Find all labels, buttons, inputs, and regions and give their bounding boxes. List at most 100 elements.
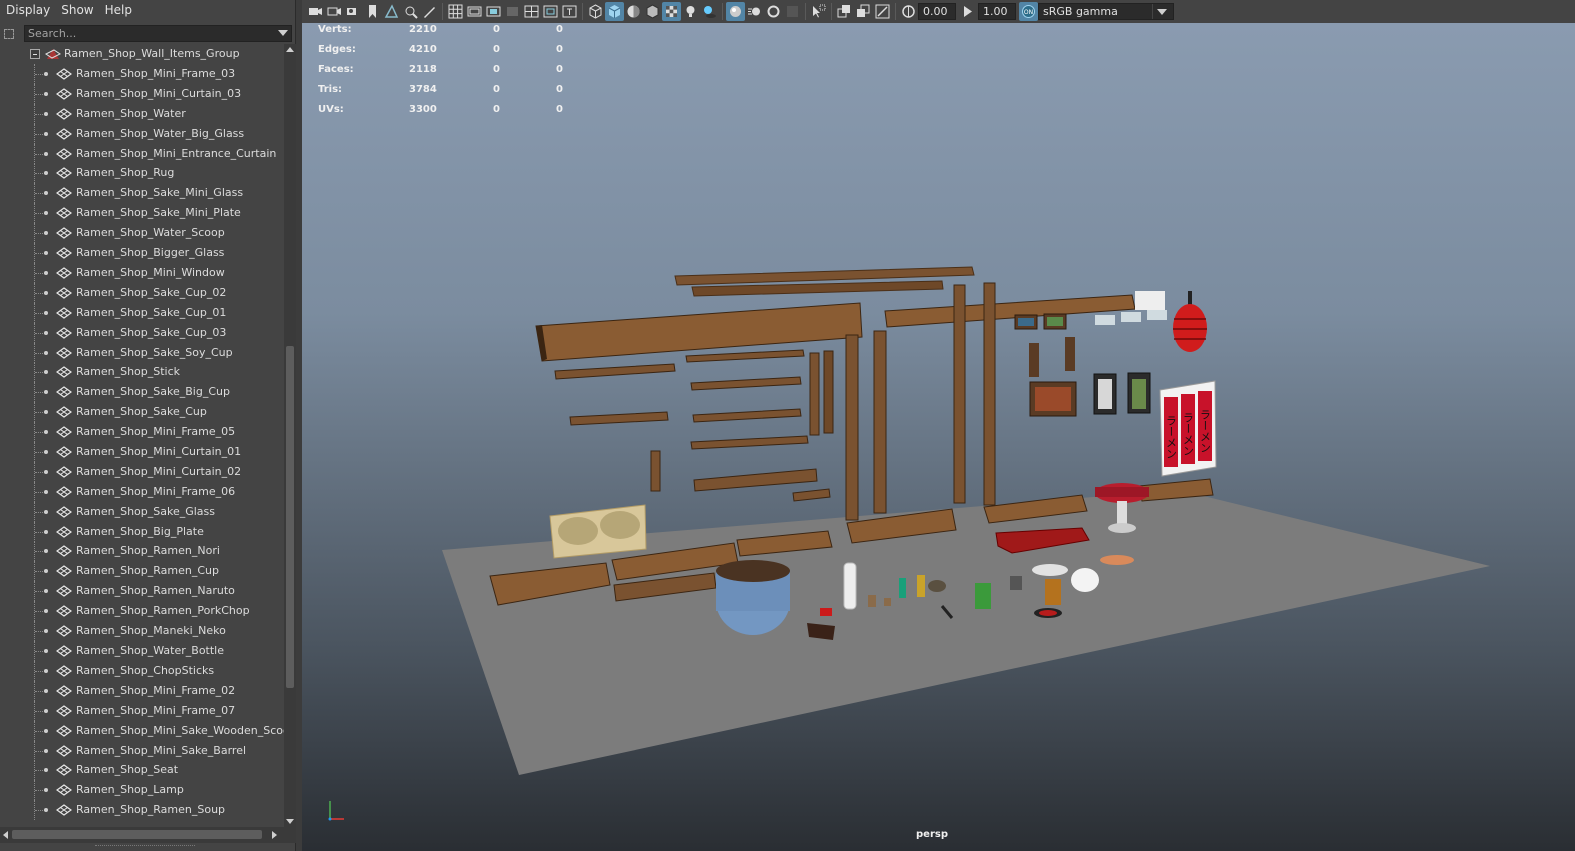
colorspace-select[interactable]: sRGB gamma xyxy=(1038,3,1174,20)
tree-item[interactable]: Ramen_Shop_Sake_Glass xyxy=(0,502,284,522)
shelf-8[interactable] xyxy=(792,488,831,502)
filter-icon[interactable] xyxy=(0,24,18,43)
textured-icon[interactable] xyxy=(662,2,681,21)
search-dropdown-arrow-icon[interactable] xyxy=(278,30,288,36)
lantern[interactable] xyxy=(1173,304,1207,352)
grid-icon[interactable] xyxy=(446,2,465,21)
naruto-plate[interactable] xyxy=(1100,555,1134,565)
image-plane-icon[interactable] xyxy=(382,2,401,21)
camera-attributes-icon[interactable] xyxy=(325,2,344,21)
tree-item[interactable]: Ramen_Shop_Seat xyxy=(0,760,284,780)
post-4[interactable] xyxy=(983,282,996,506)
view-transform-toggle-icon[interactable]: ON xyxy=(1019,2,1038,21)
menu-help[interactable]: Help xyxy=(103,3,141,17)
shelf-1[interactable] xyxy=(554,363,676,380)
tree-item[interactable]: Ramen_Shop_Big_Plate xyxy=(0,522,284,542)
scroll-thumb[interactable] xyxy=(286,346,294,688)
xray-icon[interactable] xyxy=(835,2,854,21)
mini-sign-2[interactable] xyxy=(1121,312,1141,322)
safe-action-icon[interactable] xyxy=(541,2,560,21)
tree-item[interactable]: Ramen_Shop_Mini_Curtain_01 xyxy=(0,442,284,462)
tree-item[interactable]: Ramen_Shop_Mini_Window xyxy=(0,263,284,283)
tree-item[interactable]: Ramen_Shop_Rug xyxy=(0,163,284,183)
tree-item[interactable]: Ramen_Shop_Mini_Curtain_02 xyxy=(0,462,284,482)
scroll-right-arrow-icon[interactable] xyxy=(272,831,277,839)
maneki-neko[interactable] xyxy=(1071,568,1099,592)
tree-item[interactable]: Ramen_Shop_Sake_Cup_02 xyxy=(0,283,284,303)
tree-item[interactable]: Ramen_Shop_Lamp xyxy=(0,780,284,800)
2d-pan-zoom-icon[interactable] xyxy=(401,2,420,21)
tree-item[interactable]: Ramen_Shop_Maneki_Neko xyxy=(0,621,284,641)
bookmark-camera-icon[interactable] xyxy=(344,2,363,21)
mini-sign-1[interactable] xyxy=(1095,315,1115,325)
use-all-lights-icon[interactable] xyxy=(681,2,700,21)
yellow-bottle[interactable] xyxy=(917,575,925,597)
tree-item[interactable]: Ramen_Shop_Sake_Big_Cup xyxy=(0,382,284,402)
post-3[interactable] xyxy=(953,284,966,504)
tree-item[interactable]: Ramen_Shop_Stick xyxy=(0,362,284,382)
anti-aliasing-icon[interactable] xyxy=(764,2,783,21)
tree-item[interactable]: Ramen_Shop_Bigger_Glass xyxy=(0,243,284,263)
ramen-bowl[interactable] xyxy=(1032,564,1068,576)
post-small-2[interactable] xyxy=(823,350,834,434)
resolution-gate-icon[interactable] xyxy=(484,2,503,21)
tree-item[interactable]: Ramen_Shop_Water_Bottle xyxy=(0,641,284,661)
mini-curtain-2[interactable] xyxy=(1065,337,1075,371)
tree-item[interactable]: Ramen_Shop_Ramen_Naruto xyxy=(0,581,284,601)
shelf-6[interactable] xyxy=(690,435,809,450)
tree-item[interactable]: Ramen_Shop_Sake_Cup_01 xyxy=(0,303,284,323)
scroll-thumb-horizontal[interactable] xyxy=(12,830,262,839)
xray-active-components-icon[interactable] xyxy=(854,2,873,21)
shelf-4[interactable] xyxy=(692,408,802,423)
dropdown-arrow-icon[interactable] xyxy=(1157,9,1167,15)
exposure-field[interactable]: 0.00 xyxy=(918,3,956,20)
mini-curtain-1[interactable] xyxy=(1029,343,1039,377)
soy-cup[interactable] xyxy=(1010,576,1022,590)
xray-joints-icon[interactable] xyxy=(873,2,892,21)
panel-resize-grip[interactable] xyxy=(95,845,195,848)
post-2[interactable] xyxy=(873,330,887,514)
wireframe-on-shaded-icon[interactable] xyxy=(643,2,662,21)
tree-item[interactable]: Ramen_Shop_Water_Big_Glass xyxy=(0,124,284,144)
field-chart-icon[interactable] xyxy=(522,2,541,21)
gamma-field[interactable]: 1.00 xyxy=(978,3,1016,20)
collapse-icon[interactable] xyxy=(30,49,40,59)
screen-space-ao-icon[interactable] xyxy=(726,2,745,21)
exposure-icon[interactable] xyxy=(899,2,918,21)
scroll-left-arrow-icon[interactable] xyxy=(3,831,8,839)
safe-title-icon[interactable] xyxy=(560,2,579,21)
mini-sign-3[interactable] xyxy=(1147,310,1167,320)
red-cup[interactable] xyxy=(820,608,832,616)
tree-item[interactable]: Ramen_Shop_ChopSticks xyxy=(0,661,284,681)
scroll-up-arrow-icon[interactable] xyxy=(286,47,294,52)
outliner-vertical-scrollbar[interactable] xyxy=(284,44,296,827)
sake-cup-1[interactable] xyxy=(868,595,876,607)
tree-item[interactable]: Ramen_Shop_Sake_Cup xyxy=(0,402,284,422)
shelf-2[interactable] xyxy=(685,349,805,363)
big-beam-left[interactable] xyxy=(535,302,863,362)
water-bottle[interactable] xyxy=(843,562,857,610)
select-camera-icon[interactable] xyxy=(306,2,325,21)
shelf-3[interactable] xyxy=(690,376,802,391)
menu-show[interactable]: Show xyxy=(59,3,102,17)
tree-item[interactable]: Ramen_Shop_Ramen_Cup xyxy=(0,561,284,581)
post-1[interactable] xyxy=(845,334,859,521)
smooth-shade-icon[interactable] xyxy=(605,2,624,21)
3d-viewport[interactable]: ラーメン ラーメン ラーメン Verts: 2210 0 0 Edges: 4210 0 0 F… xyxy=(302,23,1575,851)
default-material-icon[interactable] xyxy=(624,2,643,21)
gate-mask-icon[interactable] xyxy=(503,2,522,21)
tree-item[interactable]: Ramen_Shop_Mini_Frame_05 xyxy=(0,422,284,442)
tree-item[interactable]: Ramen_Shop_Mini_Sake_Barrel xyxy=(0,741,284,761)
mini-entrance-curtain[interactable] xyxy=(1135,291,1165,310)
grease-pencil-icon[interactable] xyxy=(420,2,439,21)
tree-item[interactable]: Ramen_Shop_Mini_Frame_07 xyxy=(0,701,284,721)
shelf-7[interactable] xyxy=(693,468,818,492)
tree-item[interactable]: Ramen_Shop_Mini_Frame_06 xyxy=(0,482,284,502)
tree-item[interactable]: Ramen_Shop_Water xyxy=(0,104,284,124)
bookmark-icon[interactable] xyxy=(363,2,382,21)
tree-item[interactable]: Ramen_Shop_Mini_Frame_02 xyxy=(0,681,284,701)
post-small-1[interactable] xyxy=(809,352,820,436)
gamma-icon[interactable] xyxy=(959,2,978,21)
sake-glass[interactable] xyxy=(1045,579,1061,605)
scroll-down-arrow-icon[interactable] xyxy=(286,819,294,824)
